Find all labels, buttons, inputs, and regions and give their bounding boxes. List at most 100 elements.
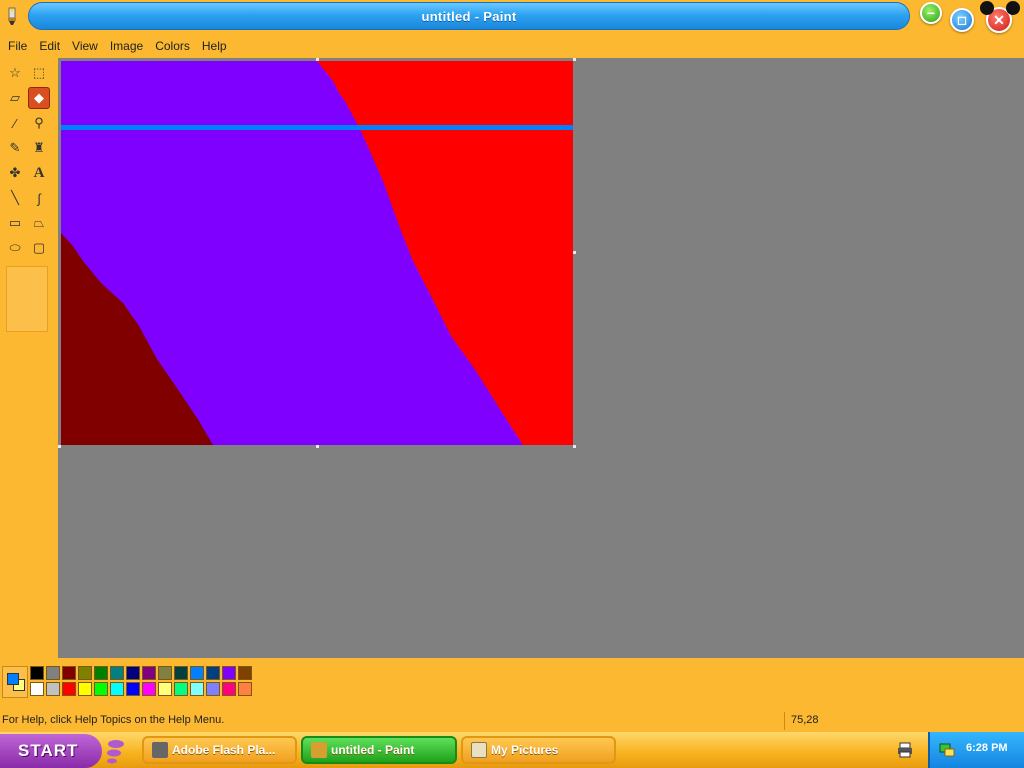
start-decoration-icon	[107, 740, 124, 764]
tool-options-box[interactable]	[6, 266, 48, 332]
toolbox: ☆ ⬚ ▱ ◆ ⁄ ⚲ ✎ ♜ ✤ A ╲ ∫ ▭ ⏢ ⬭ ▢	[0, 58, 56, 658]
taskbar-button-flash[interactable]: Adobe Flash Pla...	[142, 736, 297, 764]
polygon-icon: ⏢	[33, 215, 45, 230]
maximize-icon: ◻	[957, 13, 967, 27]
tool-fill[interactable]: ◆	[28, 87, 50, 109]
color-swatch[interactable]	[190, 666, 204, 680]
pencil-icon: ✎	[9, 140, 21, 155]
taskbar-button-label: My Pictures	[491, 743, 559, 757]
resize-handle-bottom-left[interactable]	[58, 445, 61, 448]
color-swatch[interactable]	[238, 666, 252, 680]
color-swatch[interactable]	[78, 682, 92, 696]
taskbar-button-paint[interactable]: untitled - Paint	[301, 736, 457, 764]
brush-icon: ♜	[33, 140, 45, 155]
tool-rectangle[interactable]: ▭	[4, 212, 26, 234]
line-icon: ╲	[11, 190, 19, 205]
paint-window: untitled - Paint − ◻ ✕ File Edit View Im…	[0, 0, 1024, 768]
color-swatch[interactable]	[206, 666, 220, 680]
color-swatch[interactable]	[174, 682, 188, 696]
printer-icon[interactable]	[896, 741, 914, 759]
color-swatch[interactable]	[62, 666, 76, 680]
menu-view[interactable]: View	[66, 39, 104, 53]
start-label: START	[18, 741, 79, 760]
resize-handle-top[interactable]	[316, 58, 319, 61]
curve-icon: ∫	[37, 190, 41, 206]
ellipse-icon: ⬭	[9, 240, 21, 255]
close-button[interactable]: ✕	[980, 1, 1020, 33]
tool-ellipse[interactable]: ⬭	[4, 237, 26, 259]
color-swatch[interactable]	[142, 682, 156, 696]
color-swatch[interactable]	[110, 666, 124, 680]
window-title: untitled - Paint	[421, 9, 517, 24]
menu-image[interactable]: Image	[104, 39, 149, 53]
flash-player-icon	[152, 742, 168, 758]
tool-line[interactable]: ╲	[4, 187, 26, 209]
fill-bucket-icon: ◆	[34, 90, 44, 105]
menu-colors[interactable]: Colors	[149, 39, 196, 53]
menu-bar: File Edit View Image Colors Help	[0, 36, 1024, 56]
menu-help[interactable]: Help	[196, 39, 233, 53]
color-swatch[interactable]	[158, 682, 172, 696]
network-icon[interactable]	[938, 740, 956, 758]
tool-text[interactable]: A	[28, 162, 50, 184]
drawing-canvas[interactable]	[61, 61, 573, 445]
color-swatch[interactable]	[30, 682, 44, 696]
title-pill: untitled - Paint	[28, 2, 910, 30]
maximize-button[interactable]: ◻	[950, 8, 974, 32]
tool-curve[interactable]: ∫	[28, 187, 50, 209]
color-swatch[interactable]	[94, 666, 108, 680]
airbrush-icon: ✤	[9, 165, 21, 180]
color-swatch[interactable]	[62, 682, 76, 696]
paint-brush-icon	[8, 7, 16, 25]
tool-airbrush[interactable]: ✤	[4, 162, 26, 184]
canvas-blue-line	[61, 125, 573, 130]
clock[interactable]: 6:28 PM	[966, 742, 1008, 754]
minimize-button[interactable]: −	[920, 2, 942, 24]
tool-pencil[interactable]: ✎	[4, 137, 26, 159]
color-swatch[interactable]	[30, 666, 44, 680]
tool-eraser[interactable]: ▱	[4, 87, 26, 109]
color-swatch[interactable]	[110, 682, 124, 696]
color-swatch[interactable]	[190, 682, 204, 696]
color-swatch[interactable]	[206, 682, 220, 696]
color-swatch[interactable]	[94, 682, 108, 696]
paint-icon	[311, 742, 327, 758]
color-swatch[interactable]	[174, 666, 188, 680]
system-tray: 6:28 PM	[928, 732, 1024, 768]
tool-pick-color[interactable]: ⁄	[4, 112, 26, 134]
color-palette	[0, 664, 260, 700]
title-bar[interactable]: untitled - Paint − ◻ ✕	[0, 0, 1024, 36]
resize-handle-right[interactable]	[573, 251, 576, 254]
eyedropper-icon: ⁄	[13, 115, 17, 131]
status-help-text: For Help, click Help Topics on the Help …	[2, 714, 225, 726]
tool-brush[interactable]: ♜	[28, 137, 50, 159]
color-swatch[interactable]	[46, 682, 60, 696]
menu-file[interactable]: File	[2, 39, 33, 53]
color-swatch[interactable]	[46, 666, 60, 680]
tool-free-form-select[interactable]: ☆	[4, 62, 26, 84]
tool-magnifier[interactable]: ⚲	[28, 112, 50, 134]
current-colors[interactable]	[2, 666, 28, 698]
color-swatch[interactable]	[142, 666, 156, 680]
taskbar-button-label: untitled - Paint	[331, 743, 415, 757]
taskbar-button-my-pictures[interactable]: My Pictures	[461, 736, 616, 764]
resize-handle-bottom[interactable]	[316, 445, 319, 448]
start-button[interactable]: START	[0, 734, 102, 768]
resize-handle-top-right[interactable]	[573, 58, 576, 61]
color-swatch[interactable]	[222, 666, 236, 680]
menu-edit[interactable]: Edit	[33, 39, 66, 53]
color-swatch[interactable]	[78, 666, 92, 680]
canvas-workspace	[58, 58, 1024, 658]
tool-select[interactable]: ⬚	[28, 62, 50, 84]
magnifier-icon: ⚲	[34, 115, 44, 130]
tool-polygon[interactable]: ⏢	[28, 212, 50, 234]
free-form-select-icon: ☆	[9, 65, 21, 80]
color-swatch[interactable]	[126, 682, 140, 696]
resize-handle-bottom-right[interactable]	[573, 445, 576, 448]
color-swatch[interactable]	[222, 682, 236, 696]
color-swatch[interactable]	[126, 666, 140, 680]
color-swatch[interactable]	[238, 682, 252, 696]
taskbar-button-label: Adobe Flash Pla...	[172, 743, 276, 757]
tool-rounded-rectangle[interactable]: ▢	[28, 237, 50, 259]
color-swatch[interactable]	[158, 666, 172, 680]
